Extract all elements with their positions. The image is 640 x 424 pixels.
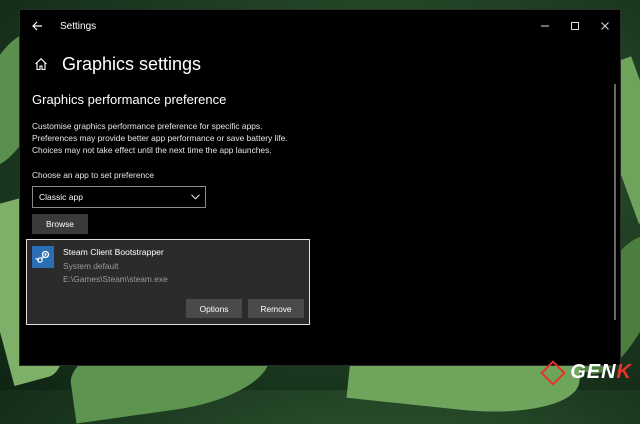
options-button[interactable]: Options xyxy=(186,299,242,318)
app-type-dropdown[interactable]: Classic app xyxy=(32,186,206,208)
window-controls xyxy=(530,10,620,42)
title-bar: Settings xyxy=(20,10,620,42)
app-preference: System default xyxy=(63,261,119,271)
description-line: Customise graphics performance preferenc… xyxy=(32,121,263,131)
browse-button[interactable]: Browse xyxy=(32,214,88,234)
maximize-icon xyxy=(571,22,579,30)
description-line: Choices may not take effect until the ne… xyxy=(32,145,272,155)
watermark-logo: GEN K xyxy=(540,359,632,386)
back-button[interactable] xyxy=(24,13,50,39)
choose-app-label: Choose an app to set preference xyxy=(32,170,154,180)
chevron-down-icon xyxy=(190,192,200,202)
app-name: Steam Client Bootstrapper xyxy=(63,247,164,257)
settings-window: Settings Graphics settings Graphics perf… xyxy=(20,10,620,365)
maximize-button[interactable] xyxy=(560,10,590,42)
minimize-button[interactable] xyxy=(530,10,560,42)
page-title: Graphics settings xyxy=(62,53,202,74)
arrow-left-icon xyxy=(32,21,42,31)
window-title: Settings xyxy=(60,20,97,32)
remove-button[interactable]: Remove xyxy=(248,299,304,318)
page-header: Graphics settings xyxy=(20,46,620,82)
section-description: Customise graphics performance preferenc… xyxy=(32,120,332,156)
app-path: E:\Games\Steam\steam.exe xyxy=(63,274,168,284)
minimize-icon xyxy=(541,25,549,27)
logo-mark-icon xyxy=(540,359,566,386)
steam-icon xyxy=(32,246,54,268)
close-button[interactable] xyxy=(590,10,620,42)
dropdown-value: Classic app xyxy=(39,192,83,202)
home-icon[interactable] xyxy=(32,55,50,73)
description-line: Preferences may provide better app perfo… xyxy=(32,133,288,143)
scrollbar[interactable] xyxy=(614,84,616,320)
app-list-item[interactable]: Steam Client Bootstrapper System default… xyxy=(26,239,310,325)
watermark-text: GEN xyxy=(570,361,617,383)
close-icon xyxy=(601,22,609,30)
section-title: Graphics performance preference xyxy=(32,92,227,107)
watermark-text-accent: K xyxy=(616,361,632,383)
